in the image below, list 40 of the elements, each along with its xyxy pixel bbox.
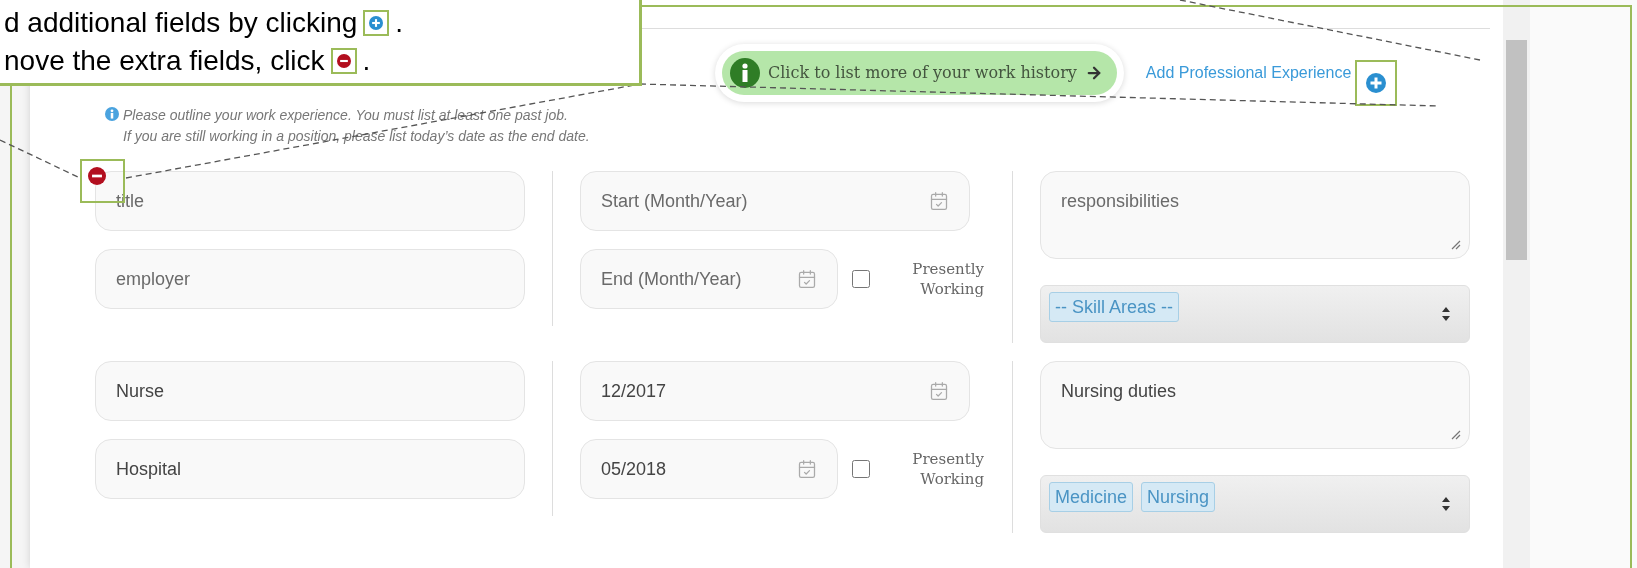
calendar-icon[interactable] (929, 191, 949, 211)
presently-working-checkbox[interactable] (852, 460, 870, 478)
input-field[interactable]: Hospital (95, 439, 525, 499)
callout-period: . (395, 5, 404, 40)
add-experience-link[interactable]: Add Professional Experience (1145, 61, 1352, 85)
calendar-icon[interactable] (797, 459, 817, 479)
select-arrows-icon[interactable] (1441, 496, 1451, 512)
select-arrows-icon[interactable] (1441, 306, 1451, 322)
date-field[interactable]: 12/2017 (580, 361, 970, 421)
minus-circle-icon[interactable] (336, 53, 351, 68)
skill-tag[interactable]: Medicine (1049, 482, 1134, 512)
input-field[interactable]: employer (95, 249, 525, 309)
skill-select[interactable]: Medicine Nursing (1040, 475, 1470, 533)
text-area[interactable]: responsibilities (1040, 171, 1470, 259)
callout-period: . (362, 43, 371, 78)
info-icon (105, 107, 119, 121)
callout-text: d additional fields by clicking (4, 5, 358, 40)
info-icon (730, 58, 760, 88)
date-field[interactable]: End (Month/Year) (580, 249, 838, 309)
date-field[interactable]: Start (Month/Year) (580, 171, 970, 231)
callout-text: nove the extra fields, click (4, 43, 325, 78)
presently-working-label: Presently Working (911, 449, 984, 489)
input-field[interactable]: Nurse (95, 361, 525, 421)
text-area[interactable]: Nursing duties (1040, 361, 1470, 449)
minus-circle-icon[interactable] (88, 167, 106, 185)
skill-tag[interactable]: -- Skill Areas -- (1049, 292, 1179, 322)
hint-text: Click to list more of your work history (768, 62, 1077, 84)
calendar-icon[interactable] (797, 269, 817, 289)
info-text: If you are still working in a position, please list today’s date as the end date. (123, 127, 591, 146)
presently-working-label: Presently Working (911, 259, 984, 299)
calendar-icon[interactable] (929, 381, 949, 401)
skill-tag[interactable]: Nursing (1141, 482, 1216, 512)
resize-handle-icon[interactable] (1449, 428, 1461, 440)
skill-select[interactable]: -- Skill Areas -- (1040, 285, 1470, 343)
resize-handle-icon[interactable] (1449, 238, 1461, 250)
hint-pill[interactable]: Click to list more of your work history (715, 44, 1124, 102)
plus-circle-icon[interactable] (1366, 73, 1387, 93)
plus-circle-icon[interactable] (369, 15, 384, 30)
date-field[interactable]: 05/2018 (580, 439, 838, 499)
presently-working-checkbox[interactable] (852, 270, 870, 288)
